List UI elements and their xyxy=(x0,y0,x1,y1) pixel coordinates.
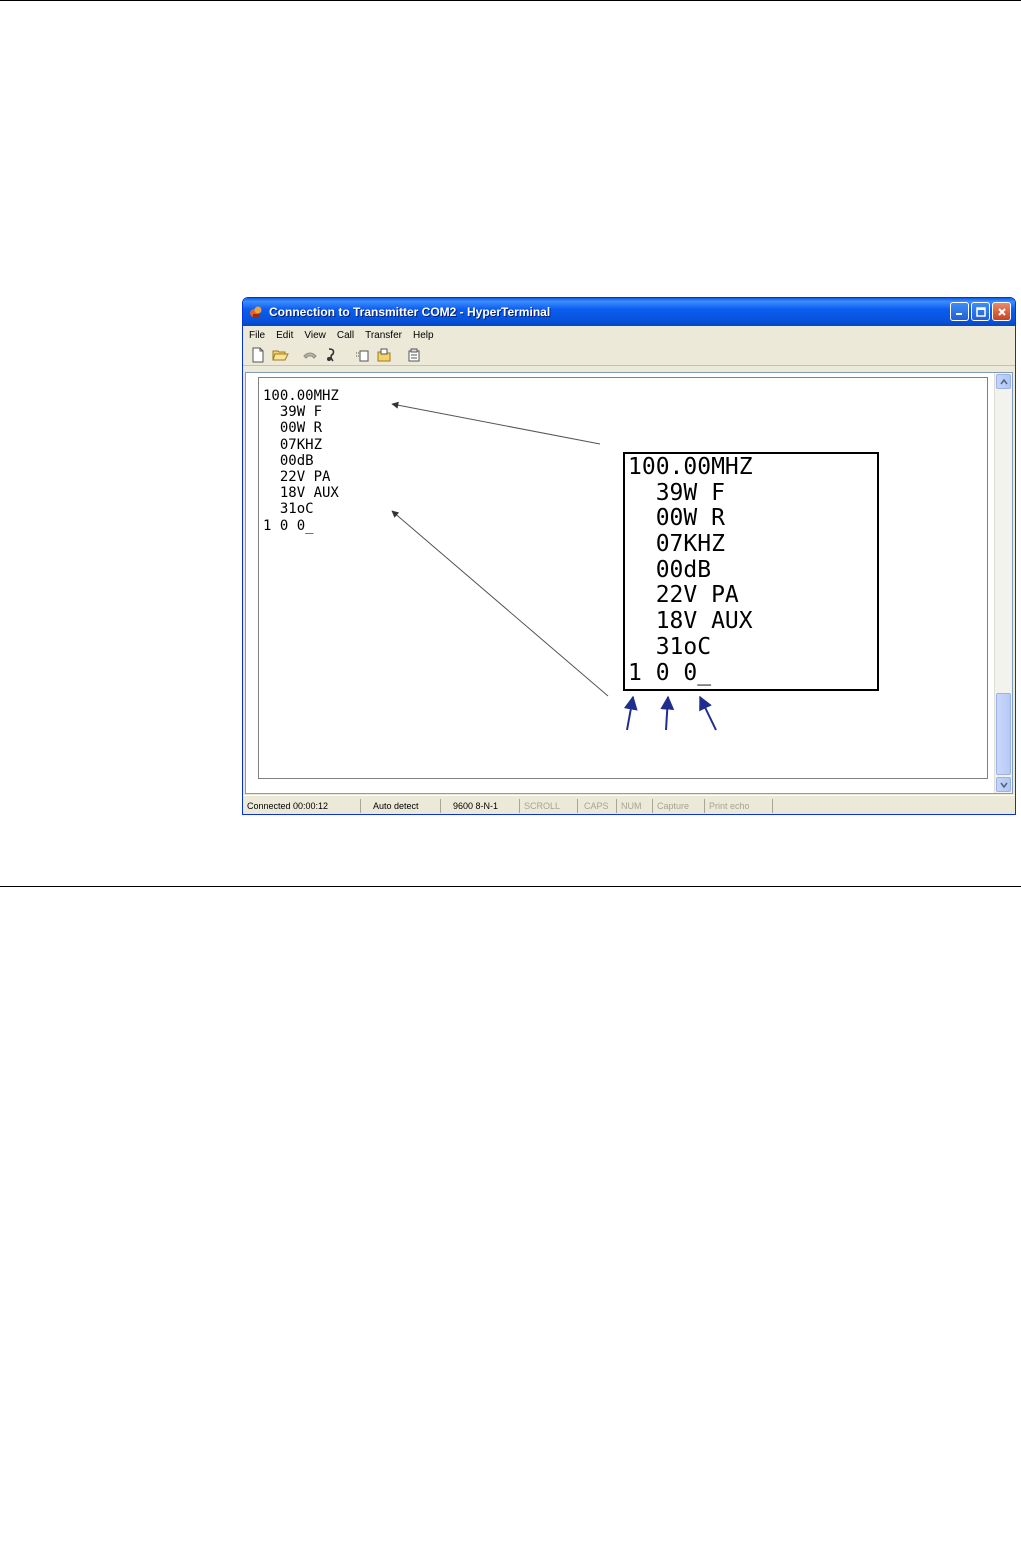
close-button[interactable] xyxy=(992,302,1011,321)
status-port-settings: 9600 8-N-1 xyxy=(441,799,520,813)
close-icon xyxy=(997,307,1006,316)
top-rule xyxy=(0,0,1021,1)
menu-bar: File Edit View Call Transfer Help xyxy=(243,326,1015,344)
zoom-line-forward-power: 39W F xyxy=(628,479,725,506)
receive-button[interactable] xyxy=(375,346,393,364)
status-scroll: SCROLL xyxy=(520,799,578,813)
vertical-scrollbar[interactable] xyxy=(994,373,1012,793)
status-num: NUM xyxy=(617,799,653,813)
menu-edit[interactable]: Edit xyxy=(271,330,298,341)
status-capture: Capture xyxy=(653,799,705,813)
zoom-line-frequency: 100.00MHZ xyxy=(628,454,753,480)
bottom-rule xyxy=(0,886,1021,887)
zoom-line-reflected-power: 00W R xyxy=(628,505,725,532)
status-print-echo: Print echo xyxy=(705,799,773,813)
terminal-line-deviation: 07KHZ xyxy=(263,436,323,453)
status-bar: Connected 00:00:12 Auto detect 9600 8-N-… xyxy=(243,795,1015,814)
properties-button[interactable] xyxy=(405,346,423,364)
send-button[interactable] xyxy=(353,346,371,364)
status-caps: CAPS xyxy=(578,799,617,813)
menu-call[interactable]: Call xyxy=(332,330,359,341)
chevron-up-icon xyxy=(999,378,1008,384)
terminal-line-reflected-power: 00W R xyxy=(263,420,323,437)
scroll-down-button[interactable] xyxy=(996,777,1011,792)
call-button[interactable] xyxy=(301,346,319,364)
menu-transfer[interactable]: Transfer xyxy=(360,330,407,341)
chevron-down-icon xyxy=(999,782,1008,788)
menu-view[interactable]: View xyxy=(299,330,331,341)
hang-up-icon xyxy=(327,347,335,361)
maximize-icon xyxy=(975,306,986,317)
hyperterminal-app-icon xyxy=(249,305,263,319)
status-detect: Auto detect xyxy=(361,799,441,813)
menu-file[interactable]: File xyxy=(244,330,270,341)
zoom-line-deviation: 07KHZ xyxy=(628,531,725,558)
menu-help[interactable]: Help xyxy=(408,330,439,341)
zoom-line-temperature: 31oC xyxy=(628,633,712,660)
terminal-line-status: 1 0 0_ xyxy=(263,517,314,534)
scroll-up-button[interactable] xyxy=(996,374,1011,389)
scroll-thumb[interactable] xyxy=(996,693,1011,775)
terminal-line-frequency: 100.00MHZ xyxy=(263,388,339,404)
send-file-icon xyxy=(356,350,369,361)
terminal-line-level: 00dB xyxy=(263,452,314,469)
new-connection-button[interactable] xyxy=(249,346,267,364)
open-folder-icon xyxy=(271,350,289,360)
status-connected: Connected 00:00:12 xyxy=(243,799,361,813)
title-bar[interactable]: Connection to Transmitter COM2 - HyperTe… xyxy=(243,298,1015,326)
new-document-icon xyxy=(252,347,264,362)
zoom-line-aux-voltage: 18V AUX xyxy=(628,608,753,635)
dial-phone-icon xyxy=(303,352,317,359)
disconnect-button[interactable] xyxy=(323,346,341,364)
zoom-line-pa-voltage: 22V PA xyxy=(628,582,739,609)
minimize-button[interactable] xyxy=(950,302,969,321)
receive-file-icon xyxy=(377,348,391,361)
minimize-icon xyxy=(956,313,962,315)
zoom-line-status: 1 0 0_ xyxy=(628,659,712,686)
terminal-line-aux-voltage: 18V AUX xyxy=(263,485,339,502)
terminal-line-forward-power: 39W F xyxy=(263,404,323,421)
maximize-button[interactable] xyxy=(971,302,990,321)
open-button[interactable] xyxy=(271,346,289,364)
toolbar xyxy=(243,344,1015,366)
terminal-line-temperature: 31oC xyxy=(263,501,314,518)
zoom-line-level: 00dB xyxy=(628,556,712,583)
properties-icon xyxy=(408,348,420,361)
window-title: Connection to Transmitter COM2 - HyperTe… xyxy=(269,305,551,319)
zoomed-terminal-callout: 100.00MHZ 39W F 00W R 07KHZ 00dB 22V PA … xyxy=(623,452,879,691)
terminal-line-pa-voltage: 22V PA xyxy=(263,468,331,485)
